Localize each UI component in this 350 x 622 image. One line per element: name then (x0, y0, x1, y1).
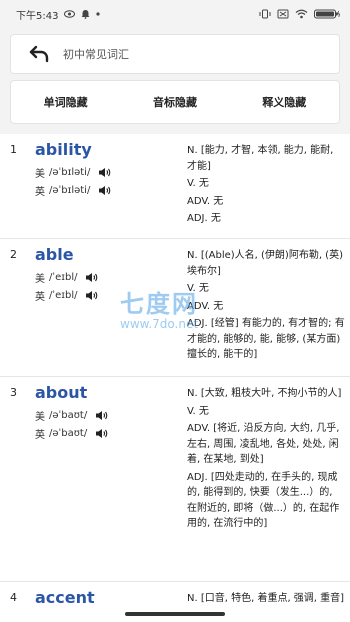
uk-ipa: /ˈeɪbl/ (49, 290, 78, 301)
tab-hide-definitions[interactable]: 释义隐藏 (252, 88, 316, 116)
tab-hide-phonetics[interactable]: 音标隐藏 (143, 88, 207, 116)
back-arrow-icon (29, 45, 49, 63)
uk-ipa: /əˈbaʊt/ (49, 428, 88, 439)
word-item[interactable]: 3 about 美 /əˈbaʊt/ 英 /əˈbaʊt/ N. [大致, 粗枝… (0, 377, 350, 582)
notification-icon (81, 9, 90, 19)
word-index: 3 (10, 386, 17, 399)
definitions: N. [(Able)人名, (伊朗)阿布勒, (英)埃布尔] V. 无 ADV.… (187, 248, 345, 365)
definition-noun: N. [大致, 粗枝大叶, 不拘小节的人] (187, 388, 342, 399)
back-button[interactable] (27, 42, 51, 66)
definition-adverb: ADV. 无 (187, 195, 224, 207)
speaker-icon[interactable] (95, 410, 108, 421)
tab-bar: 单词隐藏 音标隐藏 释义隐藏 (10, 80, 340, 124)
word-index: 4 (10, 591, 17, 604)
headword: accent (35, 588, 95, 607)
battery-icon (314, 9, 340, 19)
status-time: 下午5:43 (16, 10, 59, 22)
word-index: 2 (10, 248, 17, 261)
uk-pronunciation: 英 /ˈeɪbl/ (35, 288, 98, 303)
home-indicator[interactable] (125, 612, 225, 616)
word-list[interactable]: 1 ability 美 /əˈbɪləti/ 英 /əˈbɪləti/ N. [… (0, 134, 350, 622)
definition-noun: N. [能力, 才智, 本领, 能力, 能耐, 才能] (187, 145, 334, 172)
speaker-icon[interactable] (95, 428, 108, 439)
definition-adjective: ADJ. [经管] 有能力的, 有才智的; 有才能的, 能够的, 能, 能够, … (187, 318, 345, 360)
uk-pronunciation: 英 /əˈbaʊt/ (35, 426, 108, 441)
vibrate-icon (259, 9, 271, 19)
headword: about (35, 383, 88, 402)
us-ipa: /əˈbaʊt/ (49, 410, 88, 421)
us-pronunciation: 美 /ˈeɪbl/ (35, 270, 98, 285)
definition-adjective: ADJ. [四处走动的, 在手头的, 现成的, 能得到的, 快要（发生...）的… (187, 471, 340, 530)
us-ipa: /əˈbɪləti/ (49, 167, 91, 178)
definition-adjective: ADJ. 无 (187, 213, 221, 224)
uk-label: 英 (35, 430, 45, 441)
definition-verb: V. 无 (187, 283, 209, 294)
us-label: 美 (35, 169, 45, 180)
word-item[interactable]: 4 accent N. [口音, 特色, 着重点, 强调, 重音] (0, 582, 350, 622)
speaker-icon[interactable] (85, 290, 98, 301)
uk-label: 英 (35, 187, 45, 198)
definition-verb: V. 无 (187, 178, 209, 189)
definitions: N. [能力, 才智, 本领, 能力, 能耐, 才能] V. 无 ADV. 无 … (187, 143, 345, 229)
status-left: 下午5:43 (16, 7, 101, 22)
us-label: 美 (35, 274, 45, 285)
speaker-icon[interactable] (85, 272, 98, 283)
definition-noun: N. [口音, 特色, 着重点, 强调, 重音] (187, 593, 345, 604)
definition-verb: V. 无 (187, 405, 209, 417)
us-ipa: /ˈeɪbl/ (49, 272, 78, 283)
top-area: 初中常见词汇 单词隐藏 音标隐藏 释义隐藏 (0, 28, 350, 134)
wifi-icon (295, 9, 308, 19)
word-index: 1 (10, 143, 17, 156)
status-bar: 下午5:43 (0, 0, 350, 28)
tab-hide-words[interactable]: 单词隐藏 (34, 88, 98, 116)
page-title: 初中常见词汇 (63, 48, 129, 61)
definition-noun: N. [(Able)人名, (伊朗)阿布勒, (英)埃布尔] (187, 250, 343, 277)
us-label: 美 (35, 412, 45, 423)
uk-label: 英 (35, 292, 45, 303)
speaker-icon[interactable] (98, 167, 111, 178)
eye-icon (64, 10, 76, 18)
definition-adverb: ADV. 无 (187, 300, 224, 312)
dot-icon (96, 12, 101, 16)
uk-pronunciation: 英 /əˈbɪləti/ (35, 183, 111, 198)
word-item[interactable]: 1 ability 美 /əˈbɪləti/ 英 /əˈbɪləti/ N. [… (0, 134, 350, 239)
headword: ability (35, 140, 92, 159)
word-item[interactable]: 2 able 美 /ˈeɪbl/ 英 /ˈeɪbl/ N. [(Able)人名,… (0, 239, 350, 377)
no-sim-icon (277, 9, 289, 19)
us-pronunciation: 美 /əˈbɪləti/ (35, 165, 111, 180)
uk-ipa: /əˈbɪləti/ (49, 185, 91, 196)
status-right (259, 9, 340, 19)
title-bar: 初中常见词汇 (10, 34, 340, 74)
definition-adverb: ADV. [将近, 沿反方向, 大约, 几乎, 左右, 周围, 凌乱地, 各处,… (187, 423, 340, 465)
headword: able (35, 245, 74, 264)
definitions: N. [大致, 粗枝大叶, 不拘小节的人] V. 无 ADV. [将近, 沿反方… (187, 386, 345, 534)
speaker-icon[interactable] (98, 185, 111, 196)
definitions: N. [口音, 特色, 着重点, 强调, 重音] (187, 591, 345, 609)
us-pronunciation: 美 /əˈbaʊt/ (35, 408, 108, 423)
